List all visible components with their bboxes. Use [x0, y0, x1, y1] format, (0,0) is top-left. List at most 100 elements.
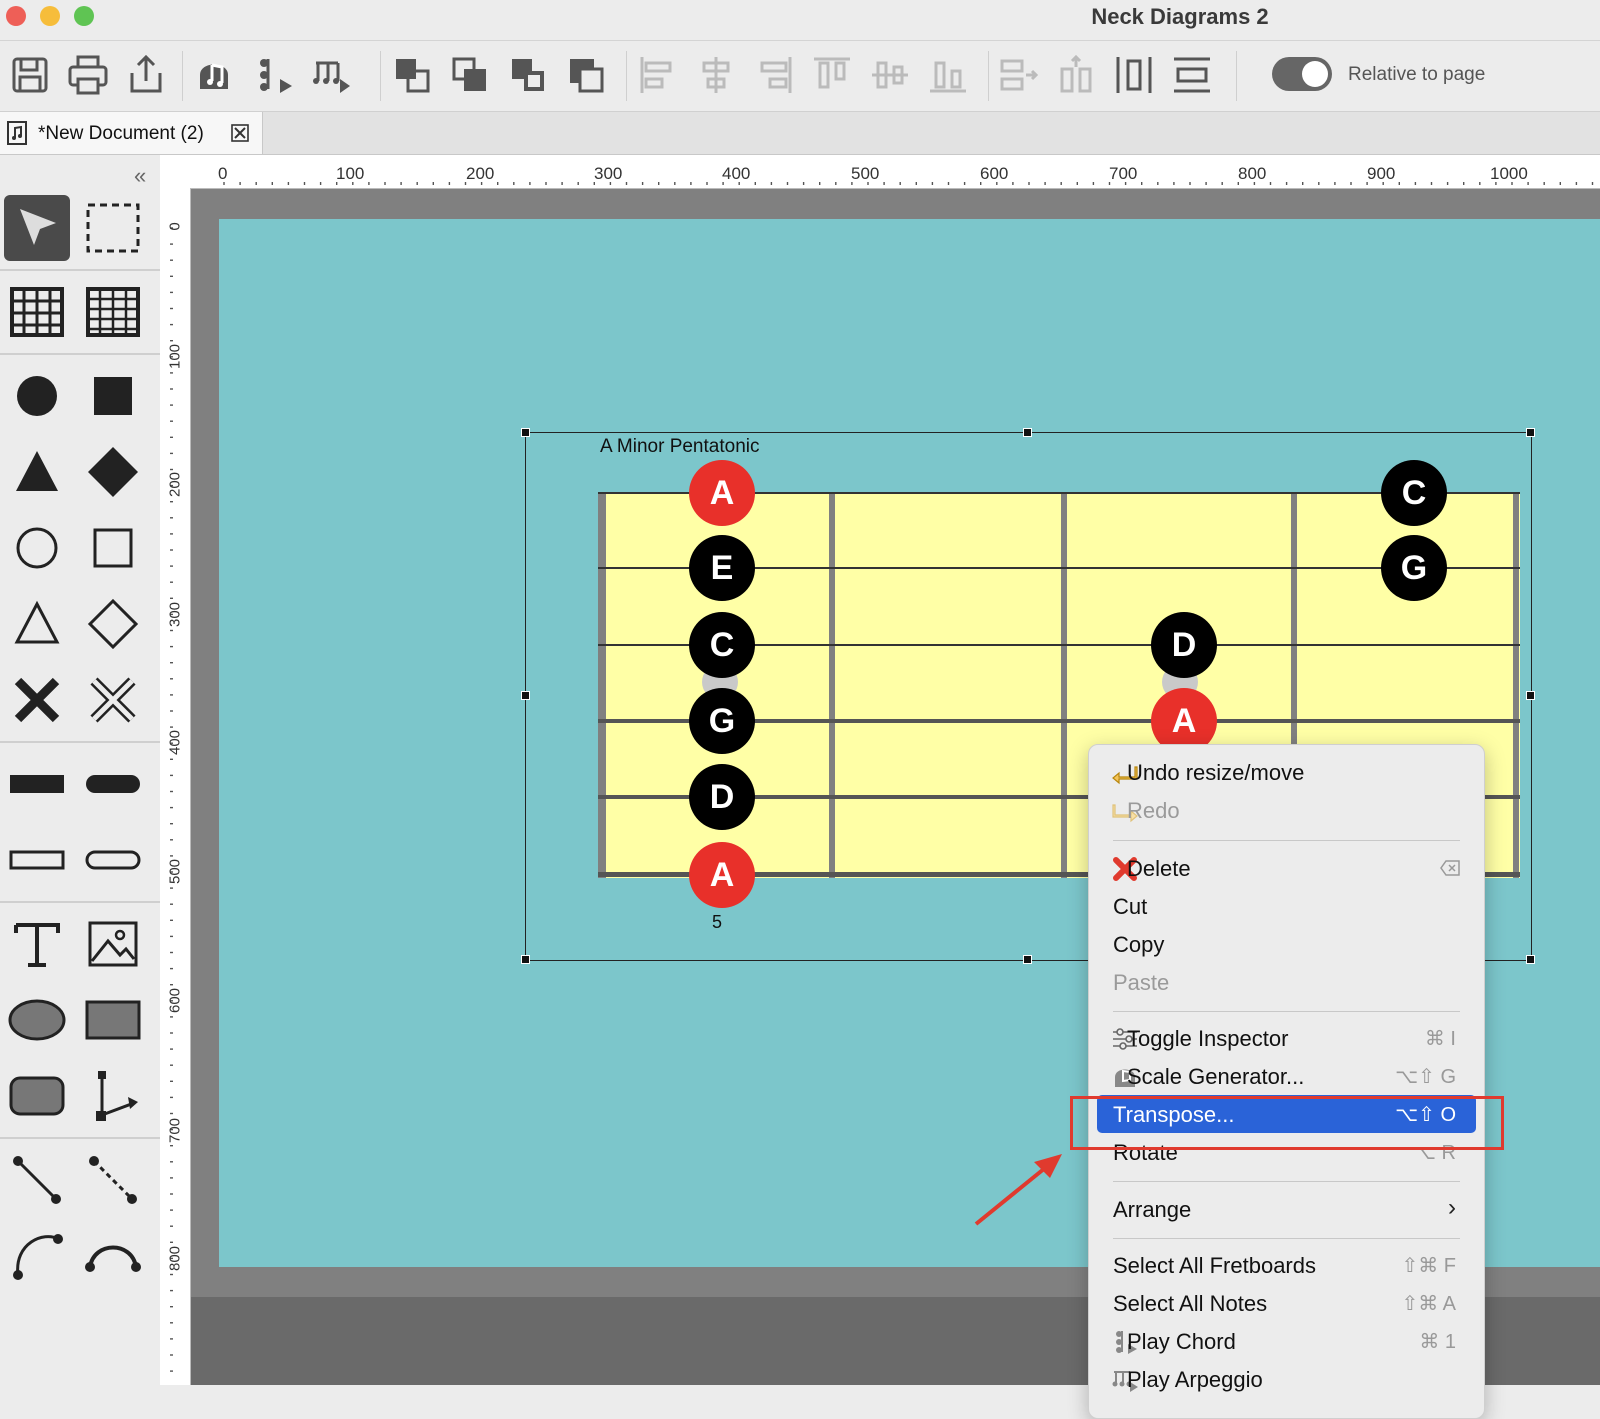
fretboard-tool[interactable] [4, 279, 70, 345]
menu-item-copy[interactable]: Copy [1089, 925, 1484, 963]
minimize-window-button[interactable] [40, 6, 60, 26]
hollow-rounded-bar-tool[interactable] [80, 827, 146, 893]
ruler-label: 600 [980, 164, 1009, 183]
align-left-button[interactable] [636, 53, 680, 97]
menu-item-cut[interactable]: Cut [1089, 887, 1484, 925]
hollow-triangle-note-tool[interactable] [4, 591, 70, 657]
select-tool[interactable] [4, 195, 70, 261]
bring-to-front-button[interactable] [448, 53, 492, 97]
hollow-bar-icon [9, 850, 65, 870]
menu-item-select-all-notes[interactable]: Select All Notes ⇧⌘ A [1089, 1284, 1484, 1322]
resize-handle[interactable] [1526, 955, 1535, 964]
align-top-button[interactable] [810, 53, 854, 97]
align-center-button[interactable] [694, 53, 738, 97]
send-to-back-button[interactable] [564, 53, 608, 97]
center-vertical-button[interactable] [1170, 53, 1214, 97]
chord-grid-tool[interactable] [80, 279, 146, 345]
hollow-circle-note-tool[interactable] [4, 515, 70, 581]
filled-bar-tool[interactable] [4, 751, 70, 817]
dashed-line-tool[interactable] [80, 1147, 146, 1213]
send-backward-button[interactable] [506, 53, 550, 97]
menu-item-play-arpeggio[interactable]: Play Arpeggio [1089, 1360, 1484, 1398]
note-c[interactable]: C [689, 612, 755, 678]
menu-item-play-chord[interactable]: Play Chord ⌘ 1 [1089, 1322, 1484, 1360]
rectangle-tool[interactable] [80, 987, 146, 1053]
filled-circle-note-tool[interactable] [4, 363, 70, 429]
center-horizontal-button[interactable] [1112, 53, 1156, 97]
resize-handle[interactable] [521, 428, 530, 437]
note-g[interactable]: G [1381, 535, 1447, 601]
filled-rounded-bar-tool[interactable] [80, 751, 146, 817]
menu-item-arrange[interactable]: Arrange › [1089, 1190, 1484, 1228]
note-c[interactable]: C [1381, 460, 1447, 526]
hollow-square-note-tool[interactable] [80, 515, 146, 581]
align-right-button[interactable] [752, 53, 796, 97]
filled-square-note-tool[interactable] [80, 363, 146, 429]
resize-handle[interactable] [521, 691, 530, 700]
menu-item-paste[interactable]: Paste [1089, 963, 1484, 1001]
marquee-icon [86, 203, 140, 253]
filled-triangle-note-tool[interactable] [4, 439, 70, 505]
note-d[interactable]: D [1151, 612, 1217, 678]
note-d[interactable]: D [689, 764, 755, 830]
share-button[interactable] [124, 53, 168, 97]
resize-handle[interactable] [1526, 691, 1535, 700]
close-tab-icon[interactable] [230, 123, 250, 143]
distribute-horizontal-icon [1000, 59, 1039, 91]
line-tool[interactable] [4, 1147, 70, 1213]
relative-to-page-toggle[interactable] [1272, 57, 1332, 91]
filled-circle-icon [17, 376, 57, 416]
curve-tool[interactable] [80, 1223, 146, 1289]
filled-diamond-note-tool[interactable] [80, 439, 146, 505]
hollow-bar-tool[interactable] [4, 827, 70, 893]
menu-item-select-all-fretboards[interactable]: Select All Fretboards ⇧⌘ F [1089, 1246, 1484, 1284]
play-chord-button[interactable] [250, 53, 294, 97]
ruler-label: 700 [1109, 164, 1138, 183]
menu-item-undo[interactable]: Undo resize/move [1089, 753, 1484, 791]
resize-handle[interactable] [1023, 955, 1032, 964]
align-bottom-button[interactable] [926, 53, 970, 97]
align-bottom-icon [930, 61, 966, 93]
send-backward-icon [512, 59, 544, 91]
menu-item-scale-generator[interactable]: Scale Generator... ⌥⇧ G [1089, 1057, 1484, 1095]
scale-generator-button[interactable] [192, 53, 236, 97]
play-arpeggio-button[interactable] [308, 53, 352, 97]
play-chord-icon [260, 59, 292, 93]
print-button[interactable] [66, 53, 110, 97]
save-button[interactable] [8, 53, 52, 97]
resize-handle[interactable] [1526, 428, 1535, 437]
image-tool[interactable] [80, 911, 146, 977]
connector-icon [96, 1071, 138, 1121]
hollow-x-note-tool[interactable] [80, 667, 146, 733]
tab-new-document[interactable]: *New Document (2) [0, 112, 263, 154]
rounded-rectangle-tool[interactable] [4, 1063, 70, 1129]
note-g[interactable]: G [689, 688, 755, 754]
zoom-window-button[interactable] [74, 6, 94, 26]
collapse-palette-icon[interactable]: « [134, 163, 146, 189]
align-middle-button[interactable] [868, 53, 912, 97]
note-a[interactable]: A [689, 842, 755, 908]
diagram-title[interactable]: A Minor Pentatonic [600, 436, 759, 458]
filled-triangle-icon [16, 451, 58, 491]
fret-line [1061, 493, 1067, 878]
resize-handle[interactable] [1023, 428, 1032, 437]
text-tool[interactable] [4, 911, 70, 977]
menu-item-toggle-inspector[interactable]: Toggle Inspector ⌘ I [1089, 1019, 1484, 1057]
hollow-diamond-note-tool[interactable] [80, 591, 146, 657]
connector-tool[interactable] [80, 1063, 146, 1129]
menu-item-redo[interactable]: Redo [1089, 791, 1484, 829]
note-a[interactable]: A [689, 460, 755, 526]
bring-forward-button[interactable] [390, 53, 434, 97]
menu-item-delete[interactable]: Delete [1089, 849, 1484, 887]
horizontal-ruler: 0 100 200 300 400 500 600 700 800 900 10… [190, 155, 1600, 189]
arc-tool[interactable] [4, 1223, 70, 1289]
ellipse-tool[interactable] [4, 987, 70, 1053]
distribute-vertical-button[interactable] [1054, 53, 1098, 97]
resize-handle[interactable] [521, 955, 530, 964]
close-window-button[interactable] [6, 6, 26, 26]
note-e[interactable]: E [689, 535, 755, 601]
ruler-label: 1000 [1490, 164, 1528, 183]
filled-x-note-tool[interactable] [4, 667, 70, 733]
marquee-select-tool[interactable] [80, 195, 146, 261]
distribute-horizontal-button[interactable] [996, 53, 1040, 97]
